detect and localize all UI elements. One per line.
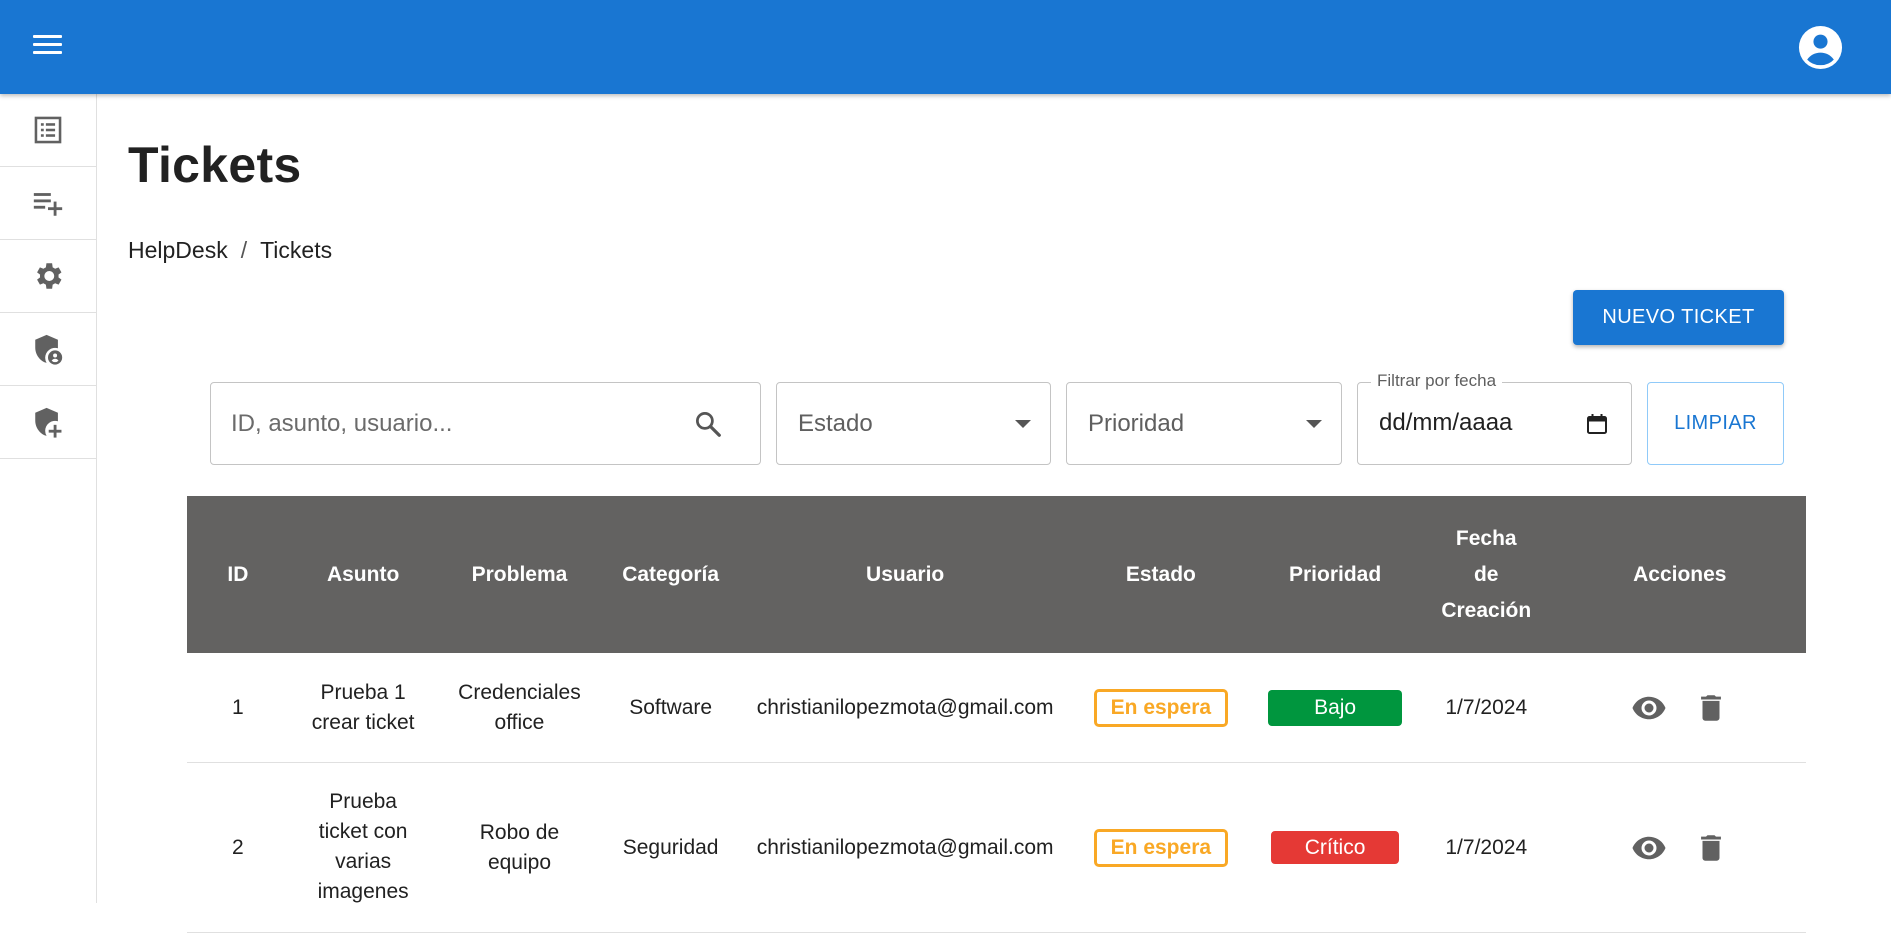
sidebar-item-tickets[interactable] (0, 94, 96, 167)
cell-asunto-line: varias (335, 850, 392, 873)
trash-icon (1700, 834, 1721, 861)
column-header-fecha-line: Creación (1441, 598, 1532, 622)
sidebar-item-add-admin[interactable] (0, 386, 96, 459)
cell-problema-line: Credenciales (458, 680, 581, 704)
estado-select[interactable]: Estado (776, 382, 1051, 465)
chevron-down-icon (1015, 420, 1031, 428)
delete-ticket-button[interactable] (1693, 690, 1729, 726)
cell-asunto-line: ticket con (318, 820, 408, 843)
playlist-add-icon (33, 193, 63, 216)
date-filter-field: Filtrar por fecha dd/mm/aaaa (1357, 371, 1632, 465)
list-alt-icon (34, 116, 62, 144)
priority-badge: Bajo (1268, 689, 1403, 726)
settings-icon (37, 263, 62, 289)
status-badge: En espera (1093, 828, 1229, 867)
column-header-fecha[interactable]: Fecha de Creación (1419, 496, 1554, 653)
cell-id: 2 (232, 835, 244, 859)
tickets-table: ID Asunto Problema Categoría Usuario Est… (187, 496, 1806, 933)
clear-filters-button[interactable]: LIMPIAR (1647, 382, 1784, 465)
delete-ticket-button[interactable] (1693, 830, 1729, 866)
search-input[interactable] (211, 383, 671, 464)
view-ticket-button[interactable] (1631, 690, 1667, 726)
priority-badge: Crítico (1271, 831, 1400, 864)
table-row: 1 Prueba 1 crear ticket Credenciales offic… (187, 653, 1806, 763)
main-content: Tickets HelpDesk / Tickets NUEVO TICKET … (97, 94, 1891, 933)
cell-prioridad: Bajo (1251, 653, 1419, 762)
chevron-down-icon (1306, 420, 1322, 428)
cell-estado: En espera (1070, 763, 1251, 932)
calendar-icon[interactable] (1585, 412, 1609, 436)
sidebar-item-admin[interactable] (0, 313, 96, 386)
cell-estado: En espera (1070, 653, 1251, 762)
menu-icon[interactable] (28, 30, 68, 64)
eye-icon (1632, 836, 1666, 859)
column-header-usuario[interactable]: Usuario (740, 496, 1071, 653)
cell-usuario: christianilopezmota@gmail.com (756, 835, 1054, 859)
new-ticket-button[interactable]: NUEVO TICKET (1573, 290, 1784, 345)
prioridad-select-label: Prioridad (1088, 409, 1185, 437)
cell-asunto-line: Prueba 1 (320, 680, 406, 704)
estado-select-label: Estado (798, 409, 873, 437)
cell-asunto-line: crear ticket (311, 710, 415, 734)
cell-problema: Robo de equipo (438, 763, 602, 932)
date-filter-label: Filtrar por fecha (1371, 371, 1503, 391)
cell-usuario: christianilopezmota@gmail.com (756, 695, 1054, 719)
cell-asunto-line: Prueba (329, 790, 397, 813)
date-input[interactable]: dd/mm/aaaa (1379, 409, 1512, 437)
cell-problema-line: office (494, 710, 545, 734)
cell-categoria: Seguridad (622, 835, 719, 859)
breadcrumb-separator: / (240, 237, 248, 263)
sidebar (0, 94, 97, 903)
breadcrumb-helpdesk[interactable]: HelpDesk (128, 237, 228, 264)
trash-icon (1700, 694, 1721, 721)
column-header-id[interactable]: ID (187, 496, 289, 653)
cell-fecha: 1/7/2024 (1445, 695, 1528, 719)
view-ticket-button[interactable] (1631, 830, 1667, 866)
sidebar-item-new-ticket[interactable] (0, 167, 96, 240)
breadcrumb-current: Tickets (260, 237, 333, 263)
cell-acciones (1554, 653, 1806, 762)
cell-asunto: Prueba 1 crear ticket (289, 653, 438, 762)
admin-panel-icon (35, 334, 63, 365)
column-header-acciones: Acciones (1633, 562, 1727, 586)
column-header-fecha-line: Fecha (1455, 526, 1517, 550)
cell-problema-line: Robo de (479, 820, 560, 844)
cell-acciones (1554, 763, 1806, 932)
column-header-prioridad[interactable]: Prioridad (1251, 496, 1419, 653)
cell-prioridad: Crítico (1251, 763, 1419, 932)
cell-id: 1 (232, 695, 244, 719)
status-badge: En espera (1093, 688, 1229, 727)
table-header: ID Asunto Problema Categoría Usuario Est… (187, 496, 1806, 653)
column-header-categoria[interactable]: Categoría (601, 496, 739, 653)
sidebar-item-settings[interactable] (0, 240, 96, 313)
search-field (210, 382, 761, 465)
breadcrumb: HelpDesk / Tickets (128, 237, 332, 264)
column-header-problema[interactable]: Problema (438, 496, 602, 653)
cell-problema: Credenciales office (438, 653, 602, 762)
app-bar (0, 0, 1891, 94)
search-icon[interactable] (693, 409, 723, 439)
add-moderator-icon (35, 407, 62, 438)
cell-fecha: 1/7/2024 (1445, 835, 1528, 859)
column-header-estado[interactable]: Estado (1070, 496, 1251, 653)
cell-asunto: Prueba ticket con varias imagenes (289, 763, 438, 932)
eye-icon (1632, 696, 1666, 719)
column-header-asunto[interactable]: Asunto (289, 496, 438, 653)
account-circle-icon[interactable] (1797, 24, 1844, 71)
column-header-fecha-line: de (1473, 562, 1499, 586)
page-title: Tickets (128, 137, 302, 193)
table-row: 2 Prueba ticket con varias imagenes Robo de… (187, 763, 1806, 933)
prioridad-select[interactable]: Prioridad (1066, 382, 1342, 465)
cell-asunto-line: imagenes (317, 880, 409, 903)
cell-problema-line: equipo (487, 850, 551, 874)
cell-categoria: Software (629, 695, 713, 719)
